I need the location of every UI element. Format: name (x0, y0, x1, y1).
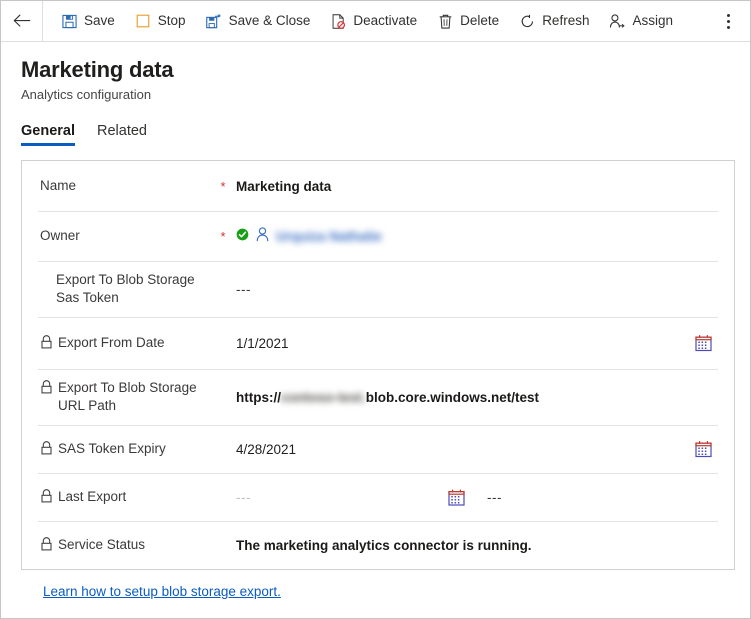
calendar-icon[interactable] (695, 335, 712, 352)
more-commands-icon (726, 13, 730, 29)
form-row-name: Name * Marketing data (22, 161, 734, 211)
save-icon (61, 13, 77, 29)
required-indicator-last-export (218, 497, 228, 498)
deactivate-button[interactable]: Deactivate (320, 1, 427, 41)
general-form-card: Name * Marketing data Owner * Urquiza Na… (21, 160, 735, 570)
field-value-last-export[interactable]: --- --- (228, 489, 718, 506)
field-label-export-from-date: Export From Date (38, 334, 218, 352)
save-and-close-icon (206, 13, 222, 29)
back-button[interactable] (1, 1, 43, 41)
field-label-url-path-text: Export To Blob Storage URL Path (58, 379, 197, 413)
status-badge: The marketing analytics connector is run… (236, 537, 532, 553)
field-value-export-from-date[interactable]: 1/1/2021 (228, 336, 718, 351)
refresh-label: Refresh (542, 13, 590, 29)
field-value-name-text: Marketing data (236, 178, 332, 194)
verified-check-icon (236, 228, 249, 244)
required-indicator-name: * (220, 179, 226, 194)
stop-icon (135, 13, 151, 29)
field-label-sas-token-text: Export To Blob Storage Sas Token (56, 271, 195, 305)
assign-button[interactable]: Assign (599, 1, 683, 41)
command-bar: Save Stop Save & Close Deactivate Delete… (1, 1, 750, 42)
required-indicator-export-from-date (218, 343, 228, 344)
required-indicator-owner: * (220, 229, 226, 244)
stop-label: Stop (157, 13, 186, 29)
url-suffix: blob.core.windows.net/test (365, 389, 540, 405)
field-label-url-path: Export To Blob Storage URL Path (38, 379, 218, 415)
field-label-last-export: Last Export (38, 488, 218, 506)
assign-label: Assign (632, 13, 673, 29)
field-value-last-export-time: --- (487, 489, 502, 505)
field-value-sas-token-text: --- (236, 281, 251, 297)
form-row-last-export: Last Export --- --- (22, 473, 734, 521)
form-row-owner: Owner * Urquiza Nathalie (22, 211, 734, 261)
save-and-close-button[interactable]: Save & Close (196, 1, 321, 41)
field-label-service-status: Service Status (38, 536, 218, 554)
lock-icon (40, 441, 53, 455)
required-indicator-sas-token (218, 289, 228, 290)
lock-icon (40, 489, 53, 503)
delete-button[interactable]: Delete (427, 1, 509, 41)
field-label-sas-token: Export To Blob Storage Sas Token (38, 271, 218, 307)
field-value-export-from-date-text: 1/1/2021 (236, 335, 289, 351)
field-value-name[interactable]: Marketing data (228, 179, 718, 194)
field-value-sas-token[interactable]: --- (228, 282, 718, 297)
deactivate-label: Deactivate (353, 13, 418, 29)
field-label-export-from-date-text: Export From Date (58, 334, 165, 350)
form-row-sas-token: Export To Blob Storage Sas Token --- (22, 261, 734, 317)
form-row-export-from-date: Export From Date 1/1/2021 (22, 317, 734, 369)
assign-icon (609, 13, 626, 29)
delete-label: Delete (460, 13, 500, 29)
save-and-close-label: Save & Close (228, 13, 311, 29)
required-indicator-url-path (218, 397, 228, 398)
field-value-url-path[interactable]: https:// contoso-test. blob.core.windows… (228, 390, 718, 405)
field-label-sas-token-expiry: SAS Token Expiry (38, 440, 218, 458)
field-value-owner[interactable]: Urquiza Nathalie (228, 227, 718, 245)
field-value-last-export-date: --- (236, 489, 251, 505)
form-row-sas-token-expiry: SAS Token Expiry 4/28/2021 (22, 425, 734, 473)
form-row-url-path: Export To Blob Storage URL Path https://… (22, 369, 734, 425)
stop-button[interactable]: Stop (125, 1, 196, 41)
url-prefix: https:// (236, 389, 281, 405)
more-commands-button[interactable] (712, 1, 744, 41)
lock-icon (40, 335, 53, 349)
form-row-service-status: Service Status The marketing analytics c… (22, 521, 734, 569)
page-title: Marketing data (21, 57, 174, 82)
lock-icon (40, 380, 53, 394)
owner-name-redacted: Urquiza Nathalie (276, 228, 382, 244)
field-label-name: Name (38, 177, 218, 195)
field-label-service-status-text: Service Status (58, 536, 146, 552)
deactivate-icon (330, 13, 346, 29)
refresh-button[interactable]: Refresh (509, 1, 599, 41)
field-label-owner: Owner (38, 227, 218, 245)
url-host-redacted: contoso-test. (281, 389, 366, 405)
lock-icon (40, 537, 53, 551)
delete-icon (437, 13, 453, 29)
page-subtitle: Analytics configuration (21, 86, 152, 102)
tab-related[interactable]: Related (97, 123, 147, 146)
blob-storage-help-link[interactable]: Learn how to setup blob storage export. (43, 584, 281, 599)
field-label-sas-token-expiry-text: SAS Token Expiry (58, 440, 166, 456)
command-bar-items: Save Stop Save & Close Deactivate Delete… (43, 1, 712, 41)
record-header: Marketing data Analytics configuration (1, 42, 750, 102)
calendar-icon[interactable] (695, 441, 712, 458)
save-button[interactable]: Save (51, 1, 125, 41)
tab-list: General Related (1, 116, 750, 146)
field-label-last-export-text: Last Export (58, 488, 127, 504)
calendar-icon[interactable] (448, 489, 465, 506)
refresh-icon (519, 13, 535, 29)
field-label-name-text: Name (40, 177, 77, 193)
required-indicator-sas-token-expiry (218, 449, 228, 450)
record-form-window: Save Stop Save & Close Deactivate Delete… (0, 0, 751, 619)
field-label-owner-text: Owner (40, 227, 80, 243)
field-value-sas-token-expiry[interactable]: 4/28/2021 (228, 442, 718, 457)
tab-general[interactable]: General (21, 123, 75, 146)
save-label: Save (84, 13, 115, 29)
field-value-sas-token-expiry-text: 4/28/2021 (236, 441, 297, 457)
required-indicator-service-status (218, 545, 228, 546)
field-value-service-status: The marketing analytics connector is run… (228, 538, 718, 553)
person-icon (255, 227, 270, 245)
back-arrow-icon (13, 14, 30, 27)
